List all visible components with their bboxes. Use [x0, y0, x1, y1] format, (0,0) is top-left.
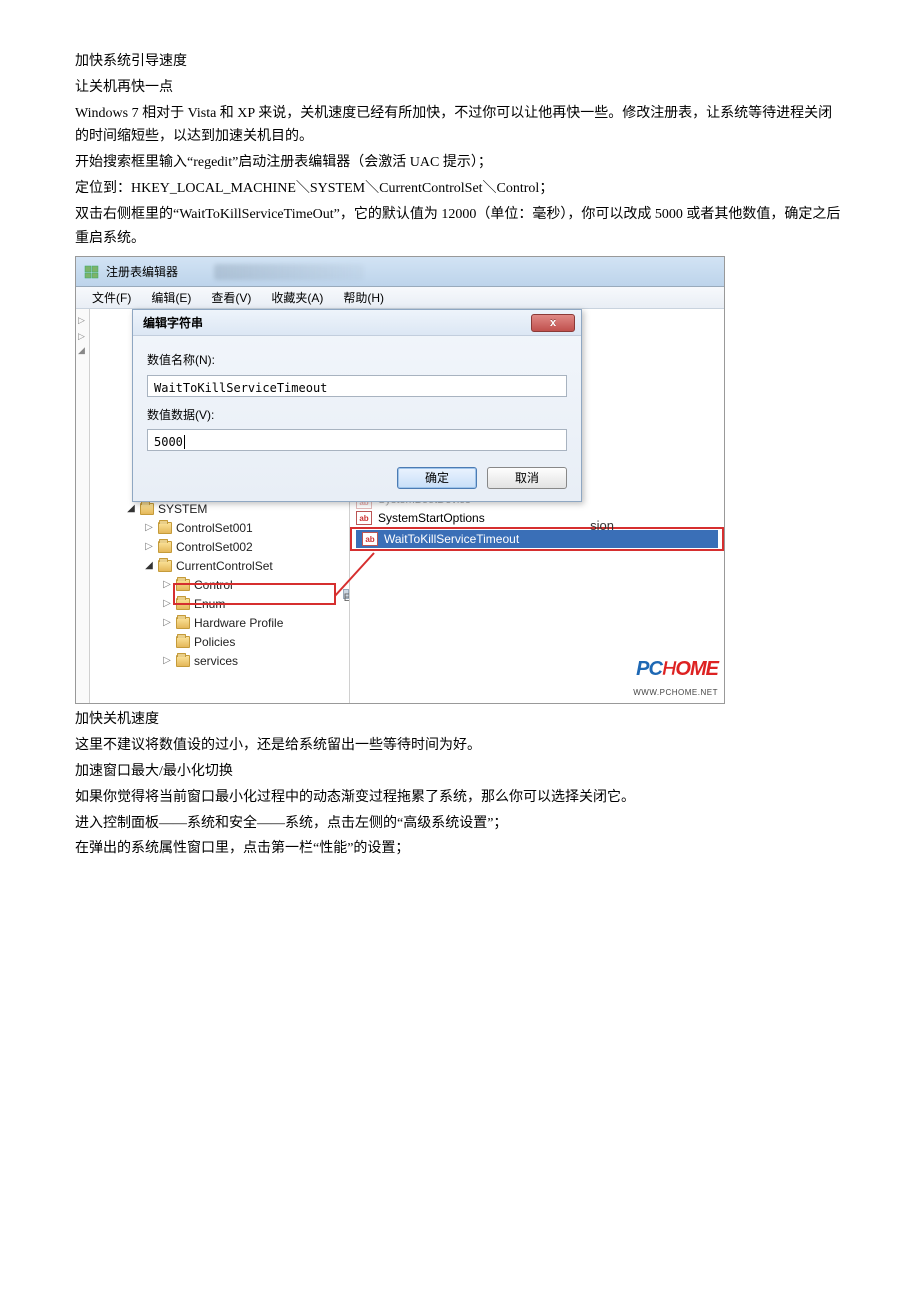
folder-icon [176, 598, 190, 610]
name-input[interactable]: WaitToKillServiceTimeout [147, 375, 567, 397]
tree-label: Control [194, 575, 233, 595]
folder-icon [176, 655, 190, 667]
expander-icon[interactable]: ▷ [162, 614, 172, 631]
paragraph: 这里不建议将数值设的过小，还是给系统留出一些等待时间为好。 [75, 734, 845, 758]
close-button[interactable]: x [531, 314, 575, 332]
expander-icon[interactable]: ▷ [144, 538, 154, 555]
tree-node-services[interactable]: ▷ services [126, 651, 349, 670]
left-gutter: ▷ ▷ ◢ [76, 309, 90, 703]
paragraph: 定位到：HKEY_LOCAL_MACHINE＼SYSTEM＼CurrentCon… [75, 177, 845, 201]
window-titlebar: 注册表编辑器 [76, 257, 724, 287]
tree-label: CurrentControlSet [176, 556, 273, 576]
data-input[interactable]: 5000 [147, 429, 567, 451]
tree-label: Policies [194, 632, 235, 652]
expander-open-icon[interactable]: ◢ [144, 557, 154, 574]
title-blur [214, 264, 364, 280]
watermark-url: WWW.PCHOME.NET [633, 686, 718, 700]
paragraph: 进入控制面板——系统和安全——系统，点击左侧的“高级系统设置”； [75, 812, 845, 836]
tree-label: services [194, 651, 238, 671]
expander-icon[interactable]: ▷ [162, 652, 172, 669]
ok-button[interactable]: 确定 [397, 467, 477, 489]
regedit-screenshot: 注册表编辑器 文件(F) 编辑(E) 查看(V) 收藏夹(A) 帮助(H) ▷ … [75, 256, 725, 704]
value-row[interactable]: ab SystemStartOptions [350, 509, 724, 527]
tree-node-controlset001[interactable]: ▷ ControlSet001 [126, 518, 349, 537]
folder-icon [158, 560, 172, 572]
paragraph: 让关机再快一点 [75, 76, 845, 100]
menu-favorites[interactable]: 收藏夹(A) [261, 286, 333, 310]
dialog-title: 编辑字符串 [143, 313, 203, 333]
edit-string-dialog: 编辑字符串 x 数值名称(N): WaitToKillServiceTimeou… [132, 309, 582, 502]
paragraph: 开始搜索框里输入“regedit”启动注册表编辑器（会激活 UAC 提示）； [75, 151, 845, 175]
cancel-button[interactable]: 取消 [487, 467, 567, 489]
paragraph: 如果你觉得将当前窗口最小化过程中的动态渐变过程拖累了系统，那么你可以选择关闭它。 [75, 786, 845, 810]
highlighted-value: ab WaitToKillServiceTimeout [350, 527, 724, 551]
folder-icon [158, 522, 172, 534]
tree-node-enum[interactable]: ▷ Enum [126, 594, 349, 613]
window-title: 注册表编辑器 [106, 262, 178, 282]
expander-icon[interactable]: ▷ [144, 519, 154, 536]
tree-label: Hardware Profile [194, 613, 283, 633]
menu-help[interactable]: 帮助(H) [333, 286, 394, 310]
tree-label: ControlSet001 [176, 518, 253, 538]
folder-icon [140, 503, 154, 515]
paragraph: 加快系统引导速度 [75, 50, 845, 74]
regedit-icon [84, 264, 100, 280]
paragraph: 双击右侧框里的“WaitToKillServiceTimeOut”，它的默认值为… [75, 203, 845, 251]
expander-open-icon[interactable]: ◢ [126, 500, 136, 517]
paragraph: 加快关机速度 [75, 708, 845, 732]
paragraph: 加速窗口最大/最小化切换 [75, 760, 845, 784]
tree-node-controlset002[interactable]: ▷ ControlSet002 [126, 537, 349, 556]
menu-edit[interactable]: 编辑(E) [141, 286, 201, 310]
tree-label: ControlSet002 [176, 537, 253, 557]
clipped-text: sion [590, 515, 614, 537]
menu-bar: 文件(F) 编辑(E) 查看(V) 收藏夹(A) 帮助(H) [76, 287, 724, 309]
data-label: 数值数据(V): [147, 405, 567, 425]
folder-icon [176, 579, 190, 591]
tree-label: Enum [194, 594, 225, 614]
name-label: 数值名称(N): [147, 350, 567, 370]
dialog-titlebar[interactable]: 编辑字符串 x [133, 310, 581, 336]
menu-file[interactable]: 文件(F) [82, 286, 141, 310]
tree-node-control[interactable]: ▷ Control [126, 575, 349, 594]
paragraph: 在弹出的系统属性窗口里，点击第一栏“性能”的设置； [75, 837, 845, 861]
menu-view[interactable]: 查看(V) [201, 286, 261, 310]
value-name: WaitToKillServiceTimeout [384, 529, 519, 549]
paragraph: Windows 7 相对于 Vista 和 XP 来说，关机速度已经有所加快，不… [75, 102, 845, 150]
tree-node-system[interactable]: ◢ SYSTEM [126, 499, 349, 518]
string-value-icon: ab [362, 532, 378, 546]
folder-icon [176, 617, 190, 629]
tree-node-policies[interactable]: ▷ Policies [126, 632, 349, 651]
expander-icon[interactable]: ▷ [162, 576, 172, 593]
string-value-icon: ab [356, 511, 372, 525]
pchome-watermark: PCHOME WWW.PCHOME.NET [633, 652, 718, 700]
tree-node-currentcontrolset[interactable]: ◢ CurrentControlSet [126, 556, 349, 575]
value-row-selected[interactable]: ab WaitToKillServiceTimeout [356, 530, 718, 548]
folder-icon [176, 636, 190, 648]
expander-icon[interactable]: ▷ [162, 595, 172, 612]
folder-icon [158, 541, 172, 553]
tree-node-hardware-profile[interactable]: ▷ Hardware Profile [126, 613, 349, 632]
value-name: SystemStartOptions [378, 508, 485, 528]
